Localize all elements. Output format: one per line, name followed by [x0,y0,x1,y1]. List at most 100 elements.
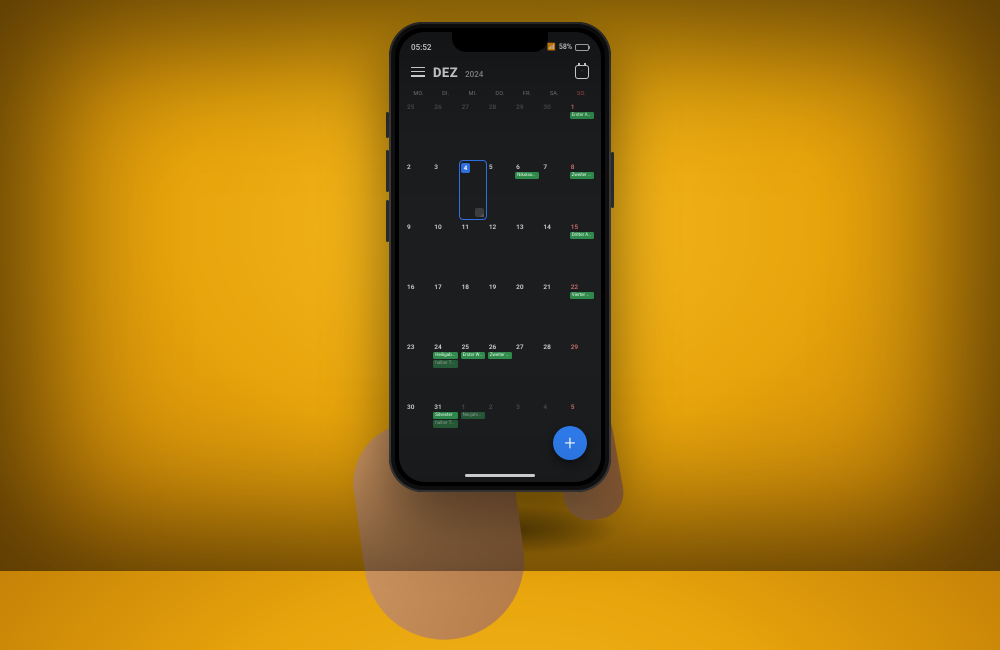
calendar-day[interactable]: 28 [487,101,513,159]
dow-tue: DI. [432,91,459,97]
day-number: 27 [515,343,539,351]
calendar-day[interactable]: 3 [514,401,540,459]
calendar-day[interactable]: 28 [541,341,567,399]
calendar-day[interactable]: 31Silvesterhalber Tag [432,401,458,459]
battery-pct: 58% [559,43,572,51]
day-number: 1 [461,403,485,411]
calendar-day[interactable]: 17 [432,281,458,339]
calendar-day[interactable]: 4 [460,161,486,219]
calendar-event[interactable]: Vierter Advent [570,292,594,299]
calendar-day[interactable]: 15Dritter Advent [569,221,595,279]
day-number: 3 [515,403,539,411]
day-number: 15 [570,223,594,231]
calendar-day[interactable]: 26 [432,101,458,159]
calendar-day[interactable]: 25 [405,101,431,159]
battery-icon [575,44,589,51]
day-number: 2 [488,403,512,411]
calendar-day[interactable]: 14 [541,221,567,279]
day-number: 26 [433,103,457,111]
calendar-week: 2526272829301Erster Advent [405,101,595,159]
calendar-event[interactable]: halber Tag [433,420,457,427]
calendar-week: 9101112131415Dritter Advent [405,221,595,279]
calendar-day[interactable]: 19 [487,281,513,339]
phone-frame: 05:52 ⏰ 📶 58% DEZ 2024 · MO. DI. [389,22,611,492]
calendar-day[interactable]: 9 [405,221,431,279]
day-number: 19 [488,283,512,291]
calendar-week: 2324Heiligabendhalber Tag25Erster Weihna… [405,341,595,399]
day-number: 29 [570,343,594,351]
calendar-day[interactable]: 11 [460,221,486,279]
dow-sat: SA. [541,91,568,97]
day-number: 25 [406,103,430,111]
calendar-day[interactable]: 29 [514,101,540,159]
calendar-day[interactable]: 25Erster Weihnachtstag [460,341,486,399]
day-number: 3 [433,163,457,171]
day-number: 6 [515,163,539,171]
calendar-day[interactable]: 23 [405,341,431,399]
calendar-event[interactable]: Silvester [433,412,457,419]
calendar-day[interactable]: 8Zweiter Advent [569,161,595,219]
day-number: 14 [542,223,566,231]
calendar-event[interactable]: halber Tag [433,360,457,367]
day-number: 24 [433,343,457,351]
day-number: 31 [433,403,457,411]
day-number: 5 [570,403,594,411]
calendar-day[interactable]: 6Nikolaustag [514,161,540,219]
calendar-day[interactable]: 1Neujahrstag [460,401,486,459]
add-event-button[interactable]: + [553,426,587,460]
calendar-day[interactable]: 12 [487,221,513,279]
home-indicator[interactable] [465,474,535,477]
day-number: 5 [488,163,512,171]
calendar-day[interactable]: 26Zweiter Weihnachtstag [487,341,513,399]
calendar-event[interactable]: Dritter Advent [570,232,594,239]
calendar-day[interactable]: 18 [460,281,486,339]
calendar-event[interactable]: Zweiter Advent [570,172,594,179]
calendar-event[interactable]: Heiligabend [433,352,457,359]
day-number: 20 [515,283,539,291]
day-number: 30 [406,403,430,411]
calendar-day[interactable]: 5 [487,161,513,219]
calendar-day[interactable]: 1Erster Advent [569,101,595,159]
calendar-day[interactable]: 29 [569,341,595,399]
status-time: 05:52 [411,43,431,52]
calendar-day[interactable]: 30 [405,401,431,459]
calendar-day[interactable]: 13 [514,221,540,279]
month-label[interactable]: DEZ [433,66,458,81]
calendar-day[interactable]: 7 [541,161,567,219]
calendar-icon: · [576,66,588,78]
calendar-day[interactable]: 27 [460,101,486,159]
dow-mon: MO. [405,91,432,97]
calendar-event[interactable]: Neujahrstag [461,412,485,419]
day-number: 17 [433,283,457,291]
day-number: 13 [515,223,539,231]
calendar-day[interactable]: 10 [432,221,458,279]
dow-wed: MI. [459,91,486,97]
calendar-day[interactable]: 22Vierter Advent [569,281,595,339]
calendar-event[interactable]: Erster Advent [570,112,594,119]
weekday-header: MO. DI. MI. DO. FR. SA. SO. [399,89,601,101]
day-number: 29 [515,103,539,111]
calendar-day[interactable]: 24Heiligabendhalber Tag [432,341,458,399]
today-button[interactable]: · [575,65,589,79]
calendar-day[interactable]: 2 [405,161,431,219]
phone-screen: 05:52 ⏰ 📶 58% DEZ 2024 · MO. DI. [399,32,601,482]
day-number: 28 [488,103,512,111]
calendar-day[interactable]: 3 [432,161,458,219]
calendar-day[interactable]: 21 [541,281,567,339]
calendar-day[interactable]: 16 [405,281,431,339]
calendar-day[interactable]: 27 [514,341,540,399]
day-number: 23 [406,343,430,351]
calendar-day[interactable]: 20 [514,281,540,339]
day-number: 26 [488,343,512,351]
calendar-event[interactable]: Erster Weihnachtstag [461,352,485,359]
calendar-week: 16171819202122Vierter Advent [405,281,595,339]
note-icon[interactable] [475,208,484,217]
calendar-day[interactable]: 30 [541,101,567,159]
day-number: 1 [570,103,594,111]
calendar-event[interactable]: Nikolaustag [515,172,539,179]
menu-button[interactable] [411,67,425,77]
calendar-day[interactable]: 2 [487,401,513,459]
calendar-event[interactable]: Zweiter Weihnachtstag [488,352,512,359]
day-number: 4 [461,163,471,173]
day-number: 16 [406,283,430,291]
